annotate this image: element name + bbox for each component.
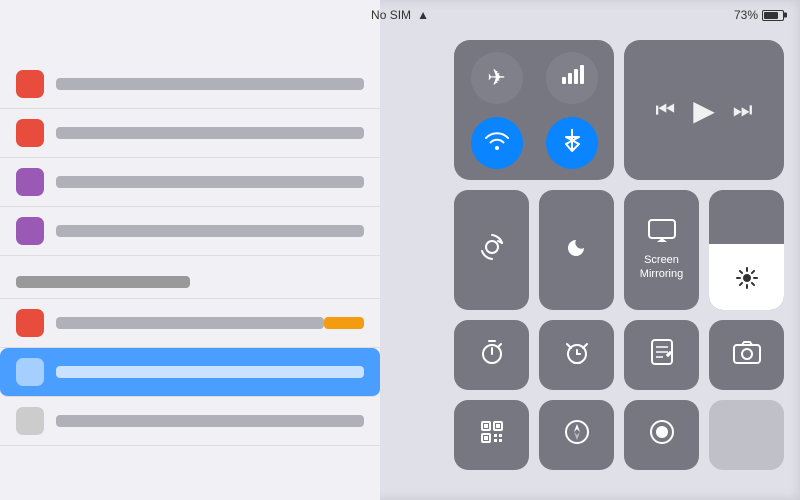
timer-button[interactable] <box>454 320 529 390</box>
third-row <box>454 320 784 390</box>
screen-record-button[interactable] <box>624 400 699 470</box>
camera-icon <box>733 340 761 370</box>
connectivity-card: ✈ <box>454 40 614 180</box>
extra-button[interactable] <box>709 400 784 470</box>
fastforward-button[interactable]: ⏭ <box>733 97 753 123</box>
do-not-disturb-button[interactable] <box>539 190 614 310</box>
bluetooth-icon <box>563 127 581 159</box>
airplane-mode-button[interactable]: ✈ <box>471 52 523 104</box>
airplane-icon: ✈ <box>487 65 505 91</box>
screen-mirroring-icon <box>648 219 676 249</box>
qr-scanner-button[interactable] <box>454 400 529 470</box>
second-row: Screen Mirroring <box>454 190 784 310</box>
bluetooth-button[interactable] <box>546 117 598 169</box>
carrier-label: No SIM <box>371 8 411 22</box>
alarm-button[interactable] <box>539 320 614 390</box>
rotation-lock-icon <box>478 233 506 268</box>
compass-button[interactable] <box>539 400 614 470</box>
status-bar: No SIM ▲ 73% <box>0 0 800 30</box>
status-bar-right: 73% <box>734 8 784 22</box>
rewind-icon: ⏮ <box>655 97 675 122</box>
brightness-slider[interactable] <box>709 190 784 310</box>
battery-percent: 73% <box>734 8 758 22</box>
notes-button[interactable] <box>624 320 699 390</box>
camera-button[interactable] <box>709 320 784 390</box>
timer-icon <box>479 339 505 371</box>
play-icon: ▶ <box>693 95 715 126</box>
settings-list-background <box>0 0 380 500</box>
screen-record-icon <box>649 419 675 451</box>
cellular-icon <box>560 63 584 92</box>
compass-icon <box>564 419 590 451</box>
notes-icon <box>650 339 674 371</box>
fourth-row <box>454 400 784 470</box>
wifi-icon-btn <box>484 129 510 157</box>
rewind-button[interactable]: ⏮ <box>655 97 675 123</box>
fastforward-icon: ⏭ <box>733 97 753 122</box>
screen-mirroring-label: Screen Mirroring <box>640 253 683 282</box>
media-card: ⏮ ▶ ⏭ <box>624 40 784 180</box>
status-bar-center: No SIM ▲ <box>371 8 429 22</box>
alarm-icon <box>563 338 591 372</box>
brightness-icon <box>735 266 759 296</box>
control-center: ✈ <box>454 40 784 470</box>
rotation-lock-button[interactable] <box>454 190 529 310</box>
screen-mirroring-button[interactable]: Screen Mirroring <box>624 190 699 310</box>
wifi-icon: ▲ <box>417 8 429 22</box>
qr-icon <box>480 420 504 450</box>
wifi-button[interactable] <box>471 117 523 169</box>
battery-icon <box>762 10 784 21</box>
cellular-button[interactable] <box>546 52 598 104</box>
play-button[interactable]: ▶ <box>693 94 715 127</box>
moon-icon <box>564 234 590 267</box>
